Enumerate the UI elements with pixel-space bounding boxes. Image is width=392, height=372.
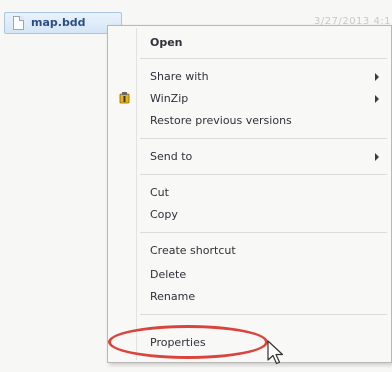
winzip-vise-icon xyxy=(119,92,130,104)
menu-item-copy[interactable]: Copy xyxy=(110,204,389,226)
menu-separator xyxy=(140,58,387,59)
menu-separator xyxy=(140,232,387,233)
menu-item-share-with[interactable]: Share with xyxy=(110,66,389,88)
menu-item-label: Restore previous versions xyxy=(150,114,292,127)
menu-item-label: Cut xyxy=(150,186,169,199)
menu-item-label: Rename xyxy=(150,290,196,303)
menu-separator xyxy=(140,314,387,315)
file-item-selected[interactable]: map.bdd xyxy=(4,12,122,34)
file-name-label: map.bdd xyxy=(31,16,86,29)
mouse-pointer-icon xyxy=(267,340,284,365)
menu-item-label: Open xyxy=(150,36,183,49)
menu-item-rename[interactable]: Rename xyxy=(110,286,389,308)
menu-item-restore-previous-versions[interactable]: Restore previous versions xyxy=(110,110,389,132)
menu-item-open[interactable]: Open xyxy=(110,32,389,54)
context-menu: Open Share with WinZip Restore previous … xyxy=(107,25,392,363)
menu-item-delete[interactable]: Delete xyxy=(110,264,389,286)
chevron-right-icon xyxy=(375,153,379,161)
menu-item-winzip[interactable]: WinZip xyxy=(110,88,389,110)
highlight-oval-annotation xyxy=(108,325,268,359)
document-icon xyxy=(13,16,24,30)
menu-separator xyxy=(140,138,387,139)
chevron-right-icon xyxy=(375,95,379,103)
menu-item-label: Share with xyxy=(150,70,209,83)
desktop-screenshot: 3/27/2013 4:1 map.bdd Open Share with Wi… xyxy=(0,0,392,372)
menu-item-label: Create shortcut xyxy=(150,244,236,257)
chevron-right-icon xyxy=(375,73,379,81)
menu-item-label: Delete xyxy=(150,268,187,281)
menu-item-label: Send to xyxy=(150,150,193,163)
menu-item-send-to[interactable]: Send to xyxy=(110,146,389,168)
menu-item-cut[interactable]: Cut xyxy=(110,182,389,204)
menu-item-label: Copy xyxy=(150,208,178,221)
menu-separator xyxy=(140,174,387,175)
menu-item-create-shortcut[interactable]: Create shortcut xyxy=(110,240,389,262)
menu-item-label: WinZip xyxy=(150,92,189,105)
